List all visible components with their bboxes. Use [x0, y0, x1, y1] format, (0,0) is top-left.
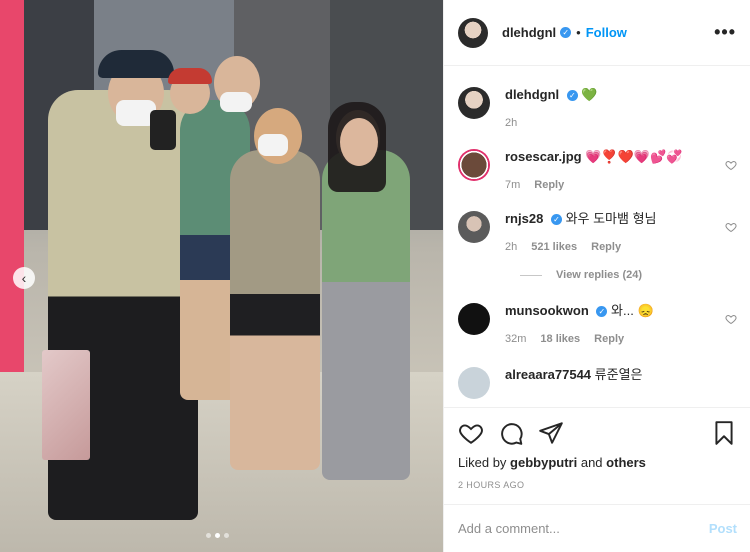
- verified-badge-icon: ✓: [596, 306, 608, 318]
- comment-likes[interactable]: 521 likes: [531, 239, 577, 255]
- comments-list[interactable]: dlehdgnl ✓ 💚 2h rosescar.jpg 💗❣️❤️💗💕💞 7m…: [444, 67, 750, 406]
- face-mask: [258, 134, 288, 156]
- commenter-avatar[interactable]: [458, 149, 490, 181]
- comment-text: 와우 도마뱀 형님: [565, 211, 657, 226]
- follow-button[interactable]: Follow: [586, 25, 627, 40]
- like-comment-heart-icon[interactable]: [725, 221, 737, 233]
- action-icons: [458, 420, 737, 446]
- comment-username[interactable]: rosescar.jpg: [505, 149, 582, 164]
- like-comment-heart-icon[interactable]: [725, 313, 737, 325]
- reply-button[interactable]: Reply: [534, 177, 564, 193]
- comment-text: 류준열은: [594, 367, 643, 382]
- commenter-avatar[interactable]: [458, 303, 490, 335]
- phone: [150, 110, 176, 150]
- comment-text: 와... 😞: [611, 303, 654, 318]
- comment-time[interactable]: 2h: [505, 239, 517, 255]
- post-panel: dlehdgnl ✓ • Follow ••• dlehdgnl ✓ 💚 2h …: [443, 0, 750, 552]
- author-username[interactable]: dlehdgnl: [502, 25, 556, 40]
- post-comment-button[interactable]: Post: [709, 521, 737, 536]
- post-header: dlehdgnl ✓ • Follow •••: [444, 0, 750, 66]
- comment-likes[interactable]: 18 likes: [540, 331, 580, 347]
- carousel-dot-active: [215, 533, 220, 538]
- chevron-left-icon: ‹: [21, 270, 27, 286]
- author-avatar[interactable]: [458, 17, 488, 48]
- liked-by-user[interactable]: gebbyputri: [510, 455, 577, 470]
- more-options-icon[interactable]: •••: [714, 22, 736, 43]
- add-comment-bar: Post: [444, 504, 750, 552]
- shopping-bag: [42, 350, 90, 460]
- verified-badge-icon: ✓: [550, 214, 562, 226]
- comment-username[interactable]: rnjs28: [505, 211, 543, 226]
- carousel-dot: [206, 533, 211, 538]
- separator-dot: •: [576, 25, 581, 40]
- comment-username[interactable]: munsookwon: [505, 303, 589, 318]
- share-send-icon[interactable]: [538, 420, 564, 446]
- like-heart-icon[interactable]: [458, 420, 484, 446]
- comment-item: rosescar.jpg 💗❣️❤️💗💕💞 7m Reply: [458, 149, 737, 193]
- bucket-hat: [98, 50, 174, 78]
- liked-by-and: and: [580, 455, 603, 470]
- comment-text: 💗❣️❤️💗💕💞: [585, 149, 683, 164]
- view-replies-label: View replies (24): [556, 269, 643, 281]
- caption: dlehdgnl ✓ 💚 2h: [458, 87, 737, 131]
- commenter-avatar[interactable]: [458, 211, 490, 243]
- comment-username[interactable]: alreaara77544: [505, 367, 591, 382]
- caption-time[interactable]: 2h: [505, 115, 517, 131]
- comment-input[interactable]: [458, 521, 709, 536]
- save-bookmark-icon[interactable]: [711, 420, 737, 446]
- comment-item: rnjs28 ✓ 와우 도마뱀 형님 2h 521 likes Reply: [458, 211, 737, 255]
- red-cap: [168, 68, 212, 84]
- verified-badge-icon: ✓: [566, 90, 578, 102]
- commenter-avatar[interactable]: [458, 367, 490, 399]
- view-replies-button[interactable]: View replies (24): [520, 269, 737, 281]
- reply-button[interactable]: Reply: [591, 239, 621, 255]
- comment-item: alreaara77544 류준열은: [458, 367, 737, 399]
- carousel-dot: [224, 533, 229, 538]
- author-avatar[interactable]: [458, 87, 490, 119]
- replies-divider: [520, 274, 542, 276]
- person-jacket: [230, 150, 320, 470]
- comment-item: munsookwon ✓ 와... 😞 32m 18 likes Reply: [458, 303, 737, 347]
- post-photo[interactable]: ‹: [0, 0, 443, 552]
- caption-username[interactable]: dlehdgnl: [505, 87, 559, 102]
- post-timestamp[interactable]: 2 HOURS AGO: [458, 480, 737, 490]
- prev-photo-button[interactable]: ‹: [13, 267, 35, 289]
- reply-button[interactable]: Reply: [594, 331, 624, 347]
- like-comment-heart-icon[interactable]: [725, 159, 737, 171]
- comment-time[interactable]: 7m: [505, 177, 520, 193]
- person-green-top: [322, 150, 410, 480]
- liked-by: Liked by gebbyputri and others: [458, 455, 737, 470]
- caption-text: 💚: [581, 87, 598, 102]
- liked-by-others[interactable]: others: [606, 455, 646, 470]
- post-actions: Liked by gebbyputri and others 2 HOURS A…: [444, 407, 750, 490]
- verified-badge-icon: ✓: [560, 27, 572, 38]
- person-face: [340, 118, 378, 166]
- comment-time[interactable]: 32m: [505, 331, 526, 347]
- carousel-dots: [206, 533, 229, 538]
- liked-by-prefix: Liked by: [458, 455, 507, 470]
- comment-bubble-icon[interactable]: [498, 420, 524, 446]
- face-mask: [220, 92, 252, 112]
